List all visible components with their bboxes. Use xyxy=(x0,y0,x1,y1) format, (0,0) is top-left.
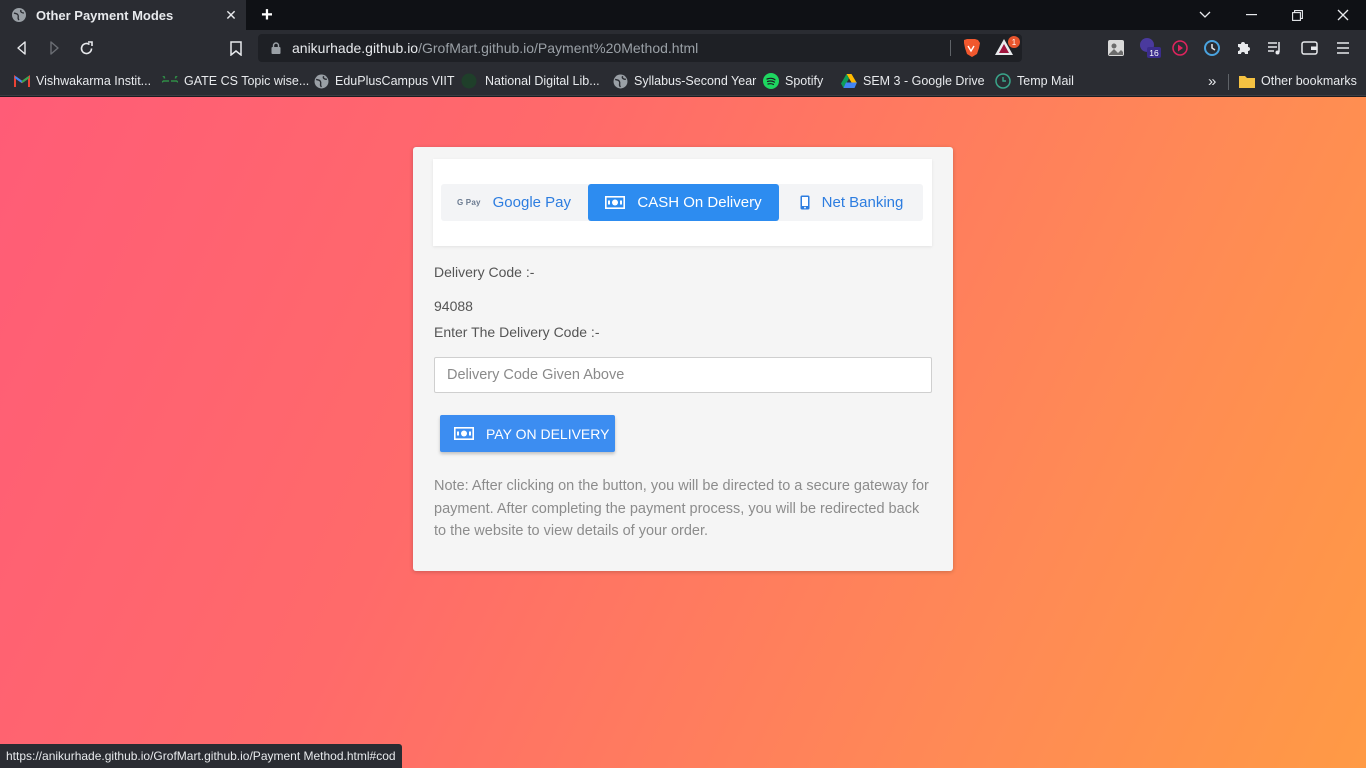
mobile-icon xyxy=(800,195,810,210)
pay-button-label: PAY ON DELIVERY xyxy=(486,425,610,442)
bookmark-item[interactable]: SEM 3 - Google Drive xyxy=(841,72,985,90)
tab-google-pay[interactable]: G Pay Google Pay xyxy=(441,184,587,221)
tempmail-icon xyxy=(995,73,1011,89)
bookmark-item[interactable]: EduPlusCampus VIIT xyxy=(313,72,455,90)
window-controls xyxy=(1182,0,1366,30)
puzzle-icon[interactable] xyxy=(1233,37,1255,59)
lock-icon xyxy=(271,42,281,54)
tab-net-banking[interactable]: Net Banking xyxy=(780,184,923,221)
counter-extension-icon[interactable]: 16 xyxy=(1139,37,1161,59)
google-pay-icon: G Pay xyxy=(456,198,481,207)
bookmark-label: Spotify xyxy=(785,74,824,88)
money-icon xyxy=(605,196,626,209)
gmail-icon xyxy=(14,73,30,89)
bookmarks-overflow-button[interactable]: » xyxy=(1208,72,1216,90)
bookmark-item[interactable]: GATE CS Topic wise... xyxy=(162,72,309,90)
globe-icon xyxy=(313,73,329,89)
forward-button[interactable] xyxy=(42,36,66,60)
payment-tabs: G Pay Google Pay CASH On Delivery Net Ba… xyxy=(441,184,923,221)
pay-on-delivery-button[interactable]: PAY ON DELIVERY xyxy=(440,415,615,452)
bookmarks-divider xyxy=(1228,74,1229,90)
url-text: anikurhade.github.io/GrofMart.github.io/… xyxy=(292,40,698,56)
delivery-code-input[interactable] xyxy=(434,357,932,393)
tab-label: Net Banking xyxy=(821,194,904,211)
media-playlist-icon[interactable] xyxy=(1264,37,1286,59)
back-button[interactable] xyxy=(10,36,34,60)
url-separator xyxy=(950,40,951,56)
bookmark-item[interactable]: Temp Mail xyxy=(995,72,1074,90)
bookmark-label: GATE CS Topic wise... xyxy=(184,74,310,88)
browser-tab-strip: Other Payment Modes ✕ + xyxy=(0,0,1366,30)
spotify-icon xyxy=(763,73,779,89)
tab-label: CASH On Delivery xyxy=(637,194,762,211)
bookmark-item[interactable]: National Digital Lib... xyxy=(461,72,600,90)
address-bar[interactable]: anikurhade.github.io/GrofMart.github.io/… xyxy=(258,34,1022,62)
money-icon xyxy=(454,427,474,440)
other-bookmarks-folder[interactable]: Other bookmarks xyxy=(1239,72,1357,90)
wallet-icon[interactable] xyxy=(1298,37,1320,59)
arrow-right-icon xyxy=(50,41,59,55)
gfg-icon xyxy=(162,73,178,89)
arrow-left-icon xyxy=(17,41,26,55)
bookmark-item[interactable]: Spotify xyxy=(763,72,823,90)
bookmark-icon xyxy=(230,40,242,56)
tab-cash-on-delivery[interactable]: CASH On Delivery xyxy=(588,184,779,221)
rewards-badge: 1 xyxy=(1008,36,1020,48)
status-url-bubble: https://anikurhade.github.io/GrofMart.gi… xyxy=(0,744,402,768)
play-extension-icon[interactable] xyxy=(1169,37,1191,59)
browser-tab[interactable]: Other Payment Modes ✕ xyxy=(0,0,246,30)
bookmark-label: SEM 3 - Google Drive xyxy=(863,74,985,88)
folder-icon xyxy=(1239,73,1255,89)
ndl-icon xyxy=(461,73,477,89)
brave-rewards-icon[interactable]: 1 xyxy=(994,36,1020,58)
minimize-button[interactable] xyxy=(1228,0,1274,30)
delivery-code-value: 94088 xyxy=(434,298,473,314)
clock-extension-icon[interactable] xyxy=(1201,37,1223,59)
close-icon[interactable]: ✕ xyxy=(220,4,242,26)
enter-code-label: Enter The Delivery Code :- xyxy=(434,324,600,340)
chevron-down-icon[interactable] xyxy=(1182,0,1228,30)
reload-button[interactable] xyxy=(74,36,98,60)
bookmarks-bar: Vishwakarma Instit... GATE CS Topic wise… xyxy=(0,66,1366,96)
image-extension-icon[interactable] xyxy=(1105,37,1127,59)
url-host: anikurhade.github.io xyxy=(292,40,419,56)
globe-icon xyxy=(612,73,628,89)
drive-icon xyxy=(841,73,857,89)
bookmark-button[interactable] xyxy=(224,36,248,60)
browser-toolbar: anikurhade.github.io/GrofMart.github.io/… xyxy=(0,30,1366,66)
tab-title: Other Payment Modes xyxy=(36,7,174,23)
bookmark-label: Other bookmarks xyxy=(1261,74,1357,88)
tab-label: Google Pay xyxy=(492,194,572,211)
globe-icon xyxy=(12,8,26,22)
payment-card: G Pay Google Pay CASH On Delivery Net Ba… xyxy=(413,147,953,571)
bookmark-label: EduPlusCampus VIIT xyxy=(335,74,455,88)
url-path: /GrofMart.github.io/Payment%20Method.htm… xyxy=(418,40,699,56)
bookmark-item[interactable]: Syllabus-Second Year xyxy=(612,72,756,90)
close-window-button[interactable] xyxy=(1320,0,1366,30)
restore-button[interactable] xyxy=(1274,0,1320,30)
extension-badge: 16 xyxy=(1149,48,1159,58)
bookmark-item[interactable]: Vishwakarma Instit... xyxy=(14,72,151,90)
bookmark-label: Temp Mail xyxy=(1017,74,1074,88)
page-background: G Pay Google Pay CASH On Delivery Net Ba… xyxy=(0,97,1366,768)
menu-icon[interactable] xyxy=(1332,37,1354,59)
payment-note: Note: After clicking on the button, you … xyxy=(434,478,929,539)
bookmark-label: National Digital Lib... xyxy=(485,74,600,88)
brave-shields-icon[interactable] xyxy=(960,37,982,59)
new-tab-button[interactable]: + xyxy=(256,4,278,26)
bookmark-label: Syllabus-Second Year xyxy=(634,74,757,88)
bookmark-label: Vishwakarma Instit... xyxy=(36,74,152,88)
reload-icon xyxy=(80,40,93,54)
payment-tabs-container: G Pay Google Pay CASH On Delivery Net Ba… xyxy=(433,159,932,246)
delivery-code-label: Delivery Code :- xyxy=(434,264,535,280)
